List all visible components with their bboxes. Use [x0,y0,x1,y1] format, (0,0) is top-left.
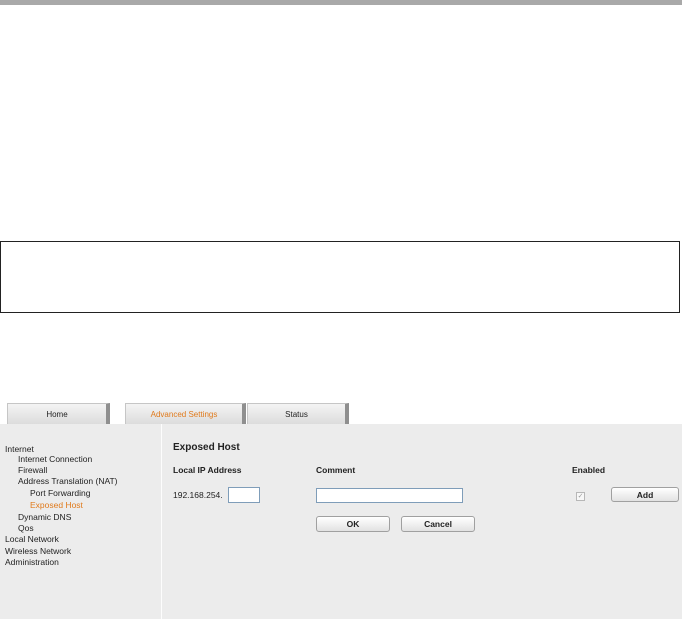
add-button[interactable]: Add [611,487,679,502]
cancel-button[interactable]: Cancel [401,516,475,532]
sidebar-item-wireless-network[interactable]: Wireless Network [5,546,71,556]
sidebar-item-port-forwarding[interactable]: Port Forwarding [30,488,90,498]
ok-button[interactable]: OK [316,516,390,532]
enabled-checkbox[interactable]: ✓ [576,492,585,501]
sidebar-item-dynamic-dns[interactable]: Dynamic DNS [18,512,71,522]
sidebar-item-administration[interactable]: Administration [5,557,59,567]
sidebar-item-address-translation[interactable]: Address Translation (NAT) [18,476,118,486]
tab-status[interactable]: Status [247,403,349,424]
ip-last-octet-input[interactable] [228,487,260,503]
sidebar-item-qos[interactable]: Qos [18,523,34,533]
tab-advanced-settings[interactable]: Advanced Settings [125,403,246,424]
sidebar-item-firewall[interactable]: Firewall [18,465,47,475]
column-header-comment: Comment [316,465,356,475]
page-title: Exposed Host [173,442,240,453]
column-header-enabled: Enabled [572,465,606,475]
sidebar-item-internet[interactable]: Internet [5,444,34,454]
top-divider-bar [0,0,682,5]
tab-home[interactable]: Home [7,403,110,424]
sidebar-item-exposed-host[interactable]: Exposed Host [30,500,83,510]
settings-panel: Internet Internet Connection Firewall Ad… [0,424,682,619]
column-header-ip: Local IP Address [173,465,242,475]
comment-input[interactable] [316,488,463,503]
sidebar: Internet Internet Connection Firewall Ad… [0,424,162,619]
ip-prefix: 192.168.254. [173,490,223,500]
sidebar-item-local-network[interactable]: Local Network [5,534,59,544]
sidebar-item-internet-connection[interactable]: Internet Connection [18,454,92,464]
empty-notice-box [0,241,680,313]
